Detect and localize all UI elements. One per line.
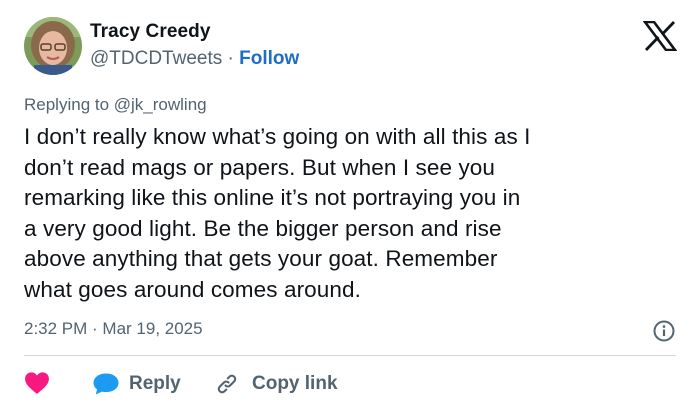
- heart-icon: [25, 372, 49, 394]
- info-icon[interactable]: [652, 319, 676, 343]
- handle-separator: ·: [222, 48, 240, 69]
- tweet-line: above anything that gets your goat. Reme…: [24, 246, 498, 272]
- author-handle[interactable]: @TDCDTweets: [90, 48, 222, 69]
- reply-label: Reply: [129, 373, 181, 394]
- speech-bubble-icon: [93, 373, 119, 395]
- avatar-image: [24, 17, 82, 75]
- avatar[interactable]: [24, 17, 82, 75]
- tweet-timestamp[interactable]: 2:32 PM · Mar 19, 2025: [24, 319, 203, 339]
- tweet-line: I don’t really know what’s going on with…: [24, 124, 531, 149]
- author-name[interactable]: Tracy Creedy: [90, 21, 211, 43]
- link-icon: [217, 374, 237, 394]
- tweet-line: don’t read mags or papers. But when I se…: [24, 154, 496, 180]
- replying-to: Replying to @jk_rowling: [24, 95, 207, 114]
- tweet-line: a very good light. Be the bigger person …: [24, 215, 502, 241]
- copy-link-label: Copy link: [252, 373, 338, 394]
- author-handle-row: @TDCDTweets · Follow: [90, 48, 299, 70]
- tweet-text: I don’t really know what’s going on with…: [24, 122, 690, 306]
- like-button[interactable]: [24, 371, 50, 395]
- tweet-line: what goes around comes around.: [24, 276, 361, 302]
- x-logo-icon[interactable]: [643, 21, 677, 51]
- follow-button[interactable]: Follow: [239, 48, 299, 69]
- divider: [24, 355, 676, 356]
- tweet-line: remarking like this online it’s not port…: [24, 185, 521, 211]
